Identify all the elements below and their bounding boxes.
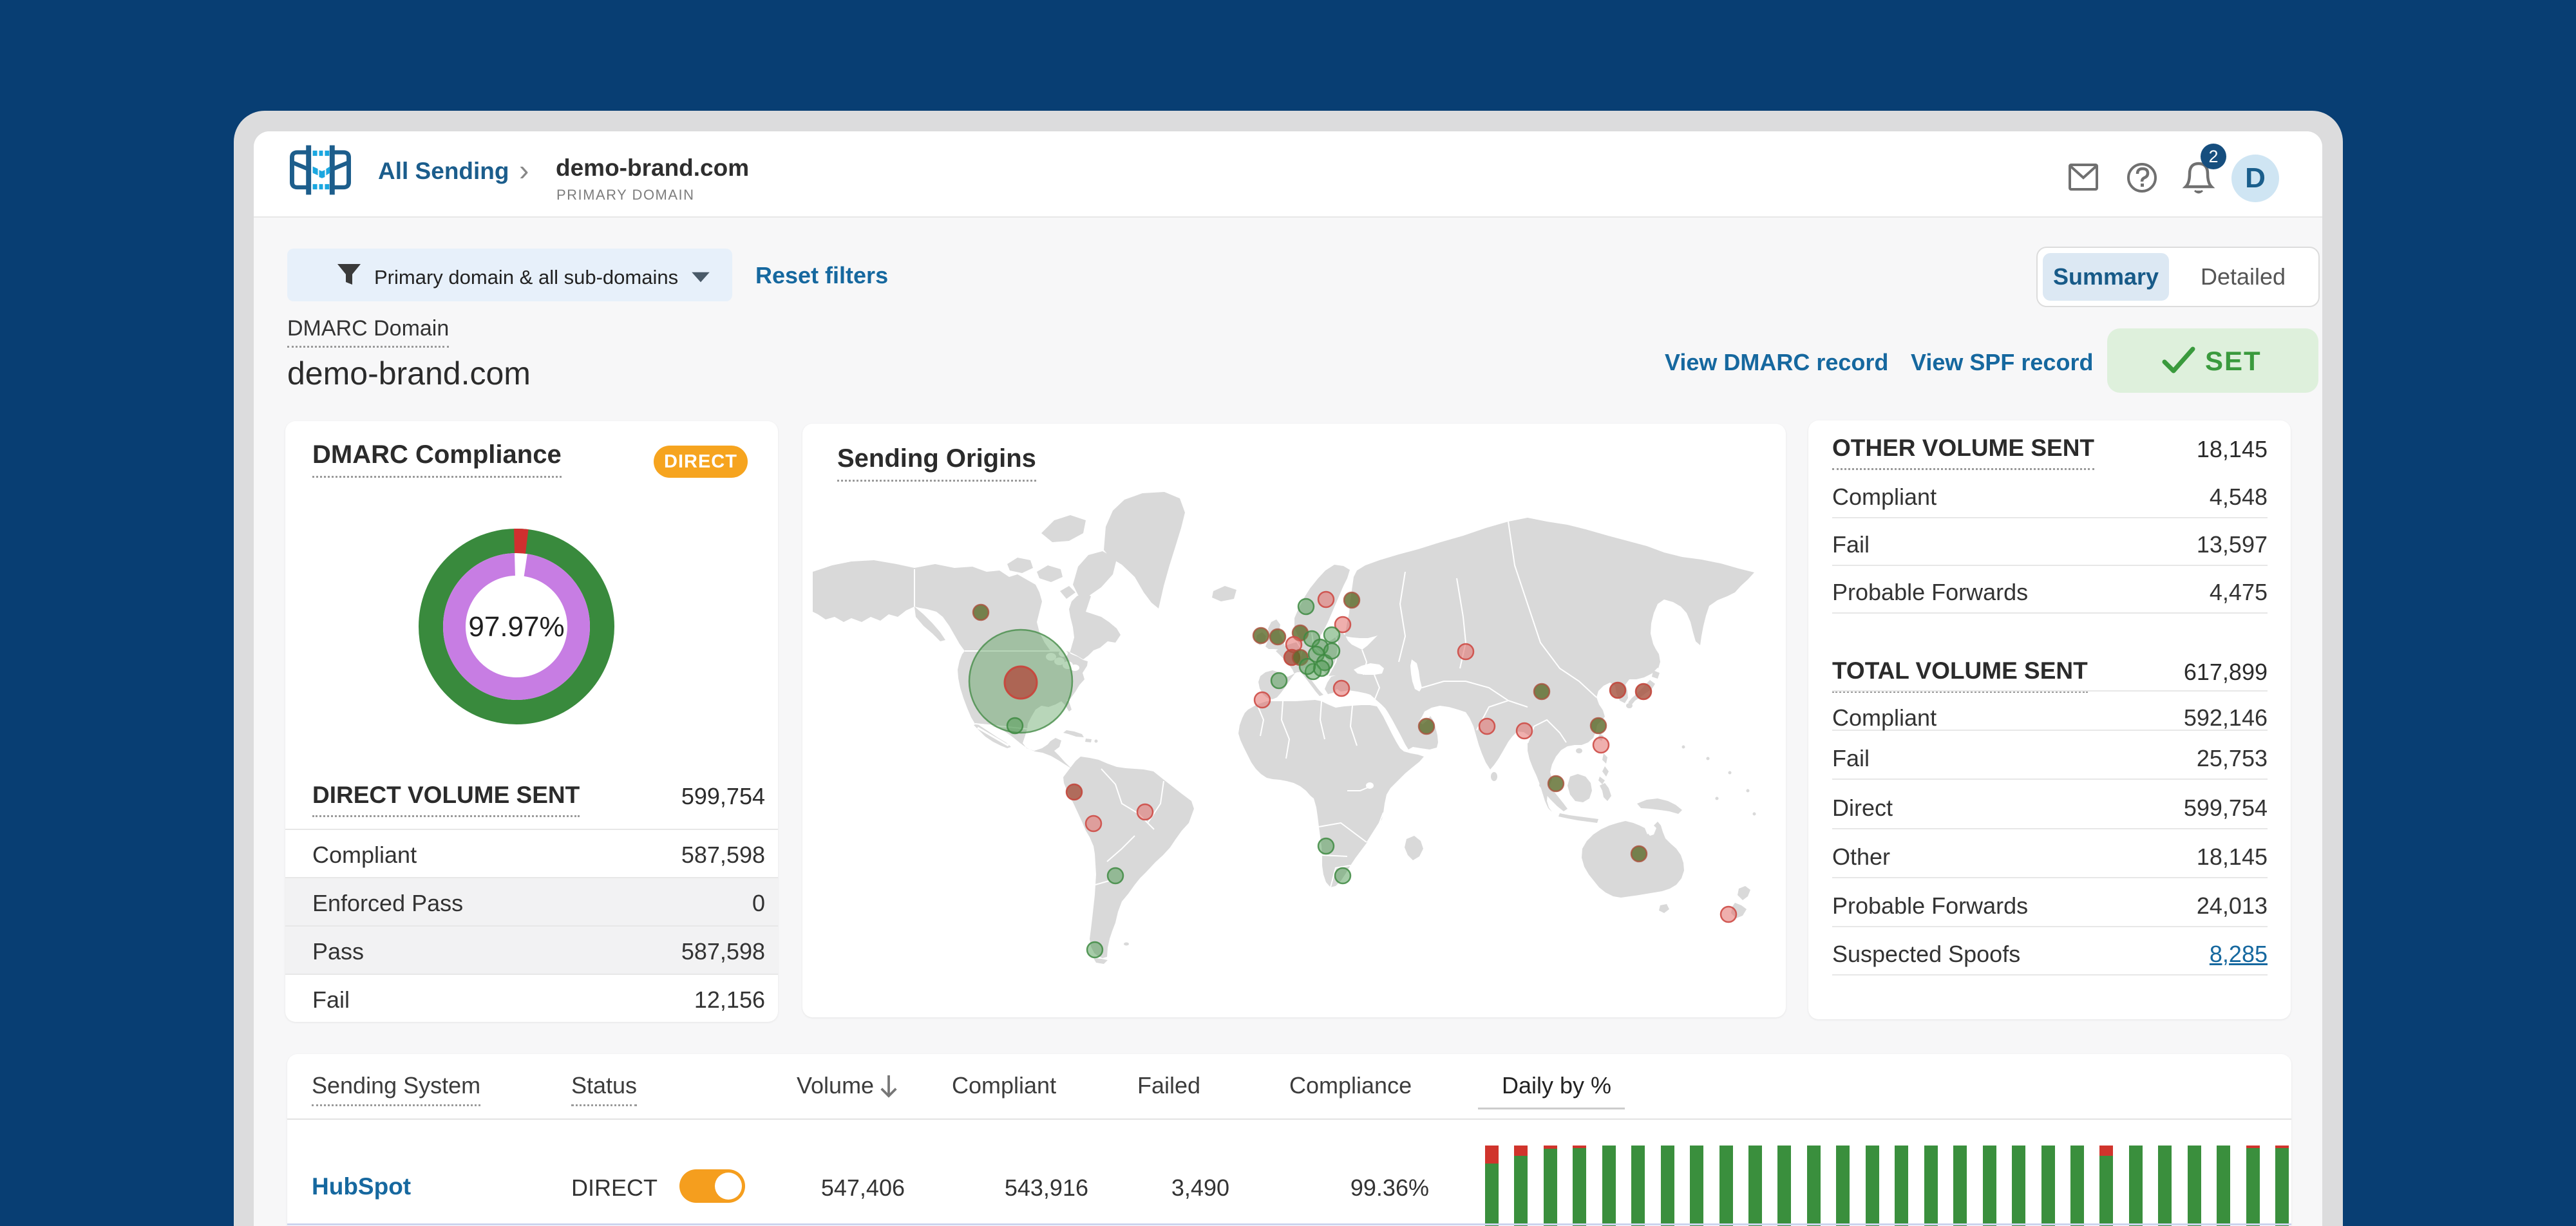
svg-text:97.97%: 97.97% [468, 611, 564, 643]
